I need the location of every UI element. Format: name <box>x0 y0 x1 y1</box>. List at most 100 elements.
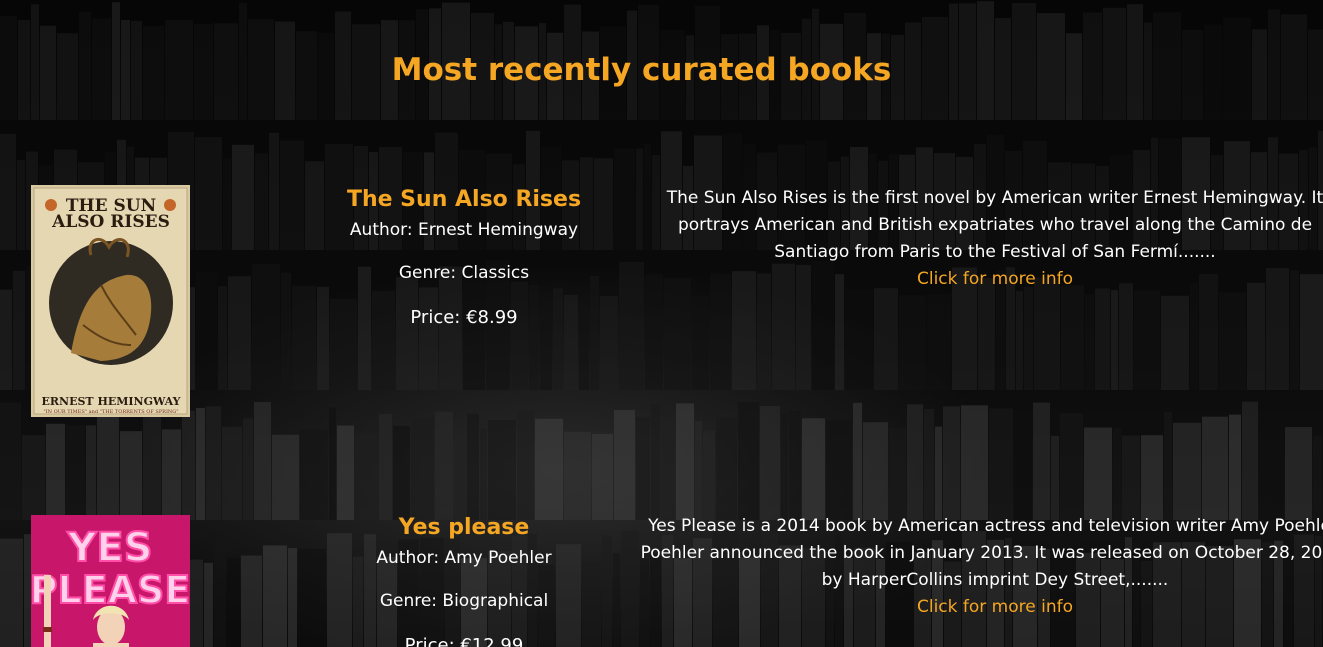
shelf-spine <box>664 278 691 390</box>
shelf-spine <box>1247 282 1265 390</box>
shelf-spine <box>86 425 96 520</box>
shelf-spine <box>1242 401 1258 520</box>
shelf-spine <box>317 286 329 390</box>
shelf-spine <box>467 413 479 520</box>
shelf-spine <box>1122 435 1140 520</box>
shelf-spine <box>305 161 324 250</box>
shelf-spine <box>924 408 934 520</box>
shelf-spine <box>288 548 297 647</box>
shelf-spine <box>232 144 254 250</box>
book-cover-image[interactable]: YES PLEASE <box>31 515 190 647</box>
shelf-spine <box>1141 435 1163 520</box>
shelf-spine <box>1134 290 1160 390</box>
shelf-spine <box>300 429 328 520</box>
book-author: Author: Amy Poehler <box>376 548 552 568</box>
page-title: Most recently curated books <box>391 52 892 88</box>
shelf-spine <box>1084 427 1112 520</box>
shelf-spine <box>826 420 852 520</box>
shelf-spine <box>0 289 12 390</box>
shelf-spine <box>204 562 213 647</box>
shelf-spine <box>614 409 635 520</box>
shelf-spine <box>13 270 25 390</box>
shelf-spine <box>602 535 612 647</box>
shelf-spine <box>863 422 888 520</box>
book-meta: The Sun Also Rises Author: Ernest Heming… <box>335 185 593 328</box>
book-description: Yes Please is a 2014 book by American ac… <box>640 516 1323 590</box>
shelf-spine <box>1229 414 1241 520</box>
shelf-spine <box>1190 282 1198 390</box>
shelf-spine <box>600 295 618 390</box>
cover-tagline: "IN OUR TIMES" and "THE TORRENTS OF SPRI… <box>43 409 178 415</box>
shelf-spine <box>1085 294 1094 390</box>
shelf-spine <box>22 435 45 520</box>
shelf-spine <box>281 272 291 390</box>
shelf-spine <box>907 404 923 520</box>
shelf-spine <box>594 158 613 250</box>
shelf-spine <box>241 555 262 647</box>
shelf-spine <box>222 426 242 520</box>
shelf-spine <box>621 530 639 647</box>
shelf-spine <box>196 271 217 390</box>
book-genre: Genre: Classics <box>398 263 530 283</box>
shelf-spine <box>1281 14 1307 120</box>
shelf-spine <box>564 431 591 520</box>
cover-author: ERNEST HEMINGWAY <box>42 395 181 408</box>
more-info-link[interactable]: Click for more info <box>917 266 1073 293</box>
book-meta: Yes please Author: Amy Poehler Genre: Bi… <box>335 513 593 647</box>
shelf-spine <box>1034 277 1060 390</box>
shelf-spine <box>1313 435 1322 520</box>
shelf-spine <box>935 426 942 520</box>
cover-title-line2: ALSO RISES <box>51 212 170 232</box>
shelf-spine <box>292 285 316 390</box>
shelf-spine <box>1111 290 1118 390</box>
shelf-spine <box>613 553 620 647</box>
shelf-spine <box>454 427 466 520</box>
shelf-spine <box>927 293 951 390</box>
shelf-spine <box>1016 291 1023 390</box>
shelf-spine <box>435 411 453 520</box>
shelf-spine <box>961 405 988 520</box>
shelf-spine <box>0 538 23 647</box>
shelf-spine <box>1033 402 1050 520</box>
shelf-spine <box>1308 29 1323 121</box>
cover-title-line2: PLEASE <box>31 568 190 612</box>
shelf-spine <box>46 423 65 520</box>
book-title[interactable]: The Sun Also Rises <box>335 185 593 215</box>
book-description-block: The Sun Also Rises is the first novel by… <box>640 185 1323 293</box>
shelf-spine <box>0 402 21 520</box>
shelf-spine <box>517 409 534 520</box>
shelf-spine <box>252 264 280 390</box>
shelf-spine <box>899 295 926 390</box>
shelf-spine <box>802 418 825 520</box>
shelf-spine <box>393 425 410 520</box>
shelf-spine <box>789 411 801 520</box>
book-cover-image[interactable]: THE SUN ALSO RISES ERNEST HEMINGWAY "IN … <box>31 185 190 417</box>
shelf-spine <box>411 418 434 520</box>
shelf-spine <box>535 418 563 520</box>
shelf-spine <box>329 407 336 520</box>
shelf-spine <box>676 403 694 520</box>
more-info-link[interactable]: Click for more info <box>917 594 1073 621</box>
shelf-spine <box>214 532 226 647</box>
shelf-spine <box>182 410 195 520</box>
shelf-spine <box>227 557 240 647</box>
shelf-spine <box>272 434 299 520</box>
shelf-spine <box>337 425 354 520</box>
book-title[interactable]: Yes please <box>335 513 593 543</box>
shelf-spine <box>243 418 253 520</box>
shelf-spine <box>298 548 326 647</box>
shelf-spine <box>195 137 222 250</box>
shelf-spine <box>692 296 709 390</box>
book-description: The Sun Also Rises is the first novel by… <box>666 188 1323 262</box>
shelf-spine <box>695 420 702 520</box>
shelf-spine <box>636 417 650 520</box>
shelf-spine <box>1061 285 1084 390</box>
book-price: Price: €8.99 <box>410 307 518 328</box>
shelf-spine <box>738 402 759 520</box>
cover-title-line1: YES <box>66 525 152 571</box>
shelf-spine <box>1219 292 1246 390</box>
shelf-spine <box>1060 413 1083 520</box>
shelf-spine <box>661 428 675 520</box>
book-genre: Genre: Biographical <box>379 591 549 611</box>
shelf-spine <box>760 406 780 520</box>
